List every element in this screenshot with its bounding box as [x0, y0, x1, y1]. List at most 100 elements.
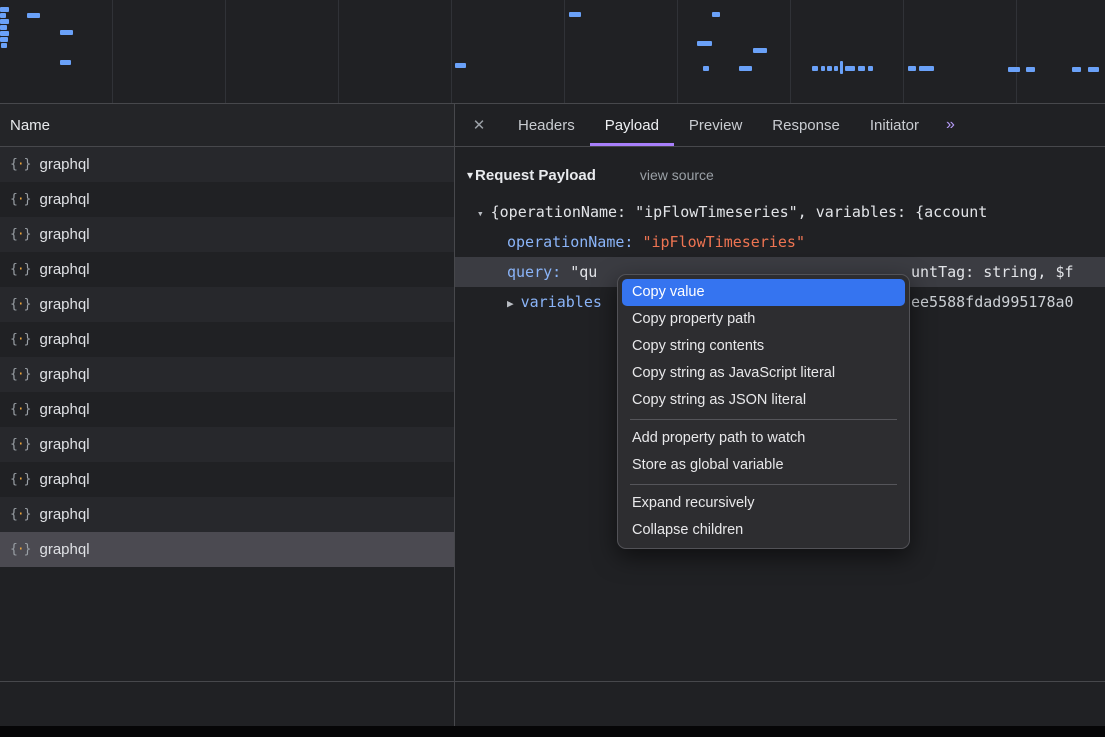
brace-close-glyph: }	[24, 262, 31, 277]
request-name: graphql	[39, 401, 89, 418]
json-resource-icon: {·}	[10, 472, 30, 487]
request-row[interactable]: {·} graphql	[0, 532, 454, 567]
tab-headers[interactable]: Headers	[503, 104, 590, 146]
close-glyph: ✕	[473, 116, 486, 134]
brace-close-glyph: }	[24, 227, 31, 242]
context-menu-item[interactable]: Expand recursively	[622, 490, 905, 517]
close-icon[interactable]: ✕	[455, 104, 503, 146]
json-resource-icon: {·}	[10, 507, 30, 522]
menu-separator	[630, 419, 897, 420]
icon-dot: ·	[17, 332, 24, 347]
context-menu-item[interactable]: Add property path to watch	[622, 425, 905, 452]
menu-separator	[630, 484, 897, 485]
request-row[interactable]: {·} graphql	[0, 322, 454, 357]
icon-dot: ·	[17, 157, 24, 172]
overflow-glyph: »	[946, 116, 956, 134]
property-key: operationName:	[507, 233, 633, 251]
timeline-bar	[753, 48, 767, 53]
request-payload-section[interactable]: ▾ Request Payload view source	[467, 165, 1105, 185]
summary-divider	[0, 681, 1105, 682]
request-row[interactable]: {·} graphql	[0, 217, 454, 252]
more-tabs-icon[interactable]: »	[934, 104, 968, 146]
timeline-bar	[1008, 67, 1020, 72]
tab-initiator[interactable]: Initiator	[855, 104, 934, 146]
json-resource-icon: {·}	[10, 332, 30, 347]
request-row[interactable]: {·} graphql	[0, 392, 454, 427]
json-resource-icon: {·}	[10, 367, 30, 382]
request-row[interactable]: {·} graphql	[0, 182, 454, 217]
network-panel-body: Name {·} graphql {·} graphql {·} graphql…	[0, 104, 1105, 726]
icon-dot: ·	[17, 192, 24, 207]
tab-preview[interactable]: Preview	[674, 104, 757, 146]
icon-dot: ·	[17, 507, 24, 522]
property-value-left: "qu	[570, 263, 597, 281]
request-row[interactable]: {·} graphql	[0, 252, 454, 287]
request-name: graphql	[39, 296, 89, 313]
context-menu-item[interactable]: Collapse children	[622, 517, 905, 544]
json-resource-icon: {·}	[10, 157, 30, 172]
context-menu-item[interactable]: Copy property path	[622, 306, 905, 333]
devtools-window: Name {·} graphql {·} graphql {·} graphql…	[0, 0, 1105, 737]
request-row[interactable]: {·} graphql	[0, 287, 454, 322]
timeline-bar	[919, 66, 934, 71]
tab-payload[interactable]: Payload	[590, 104, 674, 146]
request-row[interactable]: {·} graphql	[0, 357, 454, 392]
brace-close-glyph: }	[24, 542, 31, 557]
timeline-bar	[1, 43, 7, 48]
tabs-container: HeadersPayloadPreviewResponseInitiator	[503, 104, 934, 146]
brace-open-glyph: {	[10, 507, 17, 522]
brace-close-glyph: }	[24, 367, 31, 382]
payload-tree-root-row[interactable]: ▾{operationName: "ipFlowTimeseries", var…	[455, 197, 1105, 227]
icon-dot: ·	[17, 402, 24, 417]
timeline-overview[interactable]	[0, 0, 1105, 104]
context-menu-item[interactable]: Copy string as JSON literal	[622, 387, 905, 414]
request-row[interactable]: {·} graphql	[0, 427, 454, 462]
request-name: graphql	[39, 226, 89, 243]
property-preview-right: ee5588fdad995178a0	[911, 287, 1074, 317]
brace-open-glyph: {	[10, 297, 17, 312]
timeline-bar	[0, 7, 9, 12]
timeline-bar	[703, 66, 709, 71]
brace-close-glyph: }	[24, 472, 31, 487]
request-name: graphql	[39, 471, 89, 488]
name-column-header[interactable]: Name	[0, 104, 454, 147]
payload-tree-row-operation-name[interactable]: operationName:"ipFlowTimeseries"	[455, 227, 1105, 257]
brace-close-glyph: }	[24, 297, 31, 312]
context-menu-item[interactable]: Copy string as JavaScript literal	[622, 360, 905, 387]
brace-open-glyph: {	[10, 192, 17, 207]
brace-close-glyph: }	[24, 437, 31, 452]
name-column-label: Name	[10, 117, 50, 134]
brace-open-glyph: {	[10, 402, 17, 417]
timeline-bar	[834, 66, 838, 71]
json-resource-icon: {·}	[10, 402, 30, 417]
json-resource-icon: {·}	[10, 437, 30, 452]
expand-closed-icon: ▶	[507, 297, 514, 310]
brace-open-glyph: {	[10, 262, 17, 277]
timeline-bar	[908, 66, 916, 71]
brace-close-glyph: }	[24, 157, 31, 172]
timeline-bar	[858, 66, 865, 71]
tab-response[interactable]: Response	[757, 104, 855, 146]
brace-open-glyph: {	[10, 367, 17, 382]
context-menu-item[interactable]: Copy value	[622, 279, 905, 306]
json-resource-icon: {·}	[10, 227, 30, 242]
context-menu-item[interactable]: Store as global variable	[622, 452, 905, 479]
timeline-bar	[0, 31, 9, 36]
expand-open-icon: ▾	[467, 168, 473, 182]
timeline-bar	[1088, 67, 1099, 72]
timeline-bar	[27, 13, 40, 18]
timeline-bar	[0, 13, 6, 18]
view-source-link[interactable]: view source	[640, 167, 714, 183]
details-tabs-bar: ✕ HeadersPayloadPreviewResponseInitiator…	[455, 104, 1105, 147]
section-title: Request Payload	[475, 167, 596, 184]
timeline-bar	[1026, 67, 1035, 72]
property-key: variables	[521, 293, 602, 311]
request-row[interactable]: {·} graphql	[0, 462, 454, 497]
timeline-bar	[0, 25, 7, 30]
json-resource-icon: {·}	[10, 262, 30, 277]
context-menu-item[interactable]: Copy string contents	[622, 333, 905, 360]
request-row[interactable]: {·} graphql	[0, 497, 454, 532]
timeline-bar	[455, 63, 466, 68]
request-row[interactable]: {·} graphql	[0, 147, 454, 182]
icon-dot: ·	[17, 262, 24, 277]
